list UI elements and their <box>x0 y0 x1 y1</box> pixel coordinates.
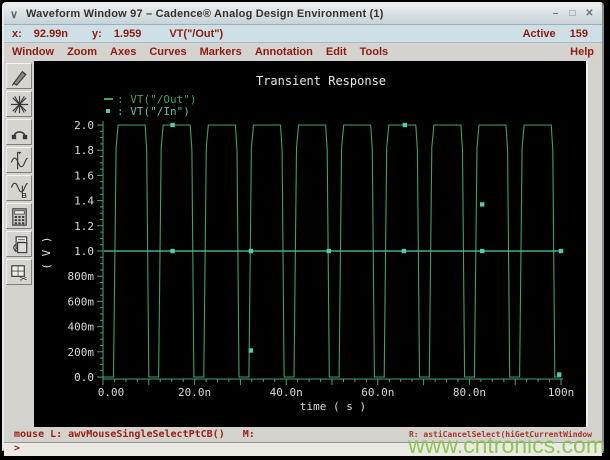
svg-text:Transient Response: Transient Response <box>256 74 386 88</box>
window-menu-chevron-icon[interactable]: ∨ <box>10 8 26 21</box>
cursor-y-label: y: <box>92 27 102 40</box>
pen-tool-icon <box>11 70 27 86</box>
tool-palette: B ✂ <box>4 61 34 427</box>
svg-text:1.0: 1.0 <box>74 245 94 258</box>
transient-response-chart[interactable]: Transient Response: VT("/Out"): VT("/In"… <box>34 61 592 427</box>
toolbar-button-star-burst[interactable] <box>6 91 32 117</box>
svg-text:1.2: 1.2 <box>74 220 94 233</box>
svg-text:0.00: 0.00 <box>98 386 125 399</box>
maximize-button[interactable]: □ <box>566 8 579 20</box>
svg-text:2.0: 2.0 <box>74 119 94 132</box>
cursor-y-value: 1.959 <box>113 27 142 40</box>
waveform-plot-area[interactable]: Transient Response: VT("/Out"): VT("/In"… <box>34 61 586 427</box>
title-bar: ∨ Waveform Window 97 – Cadence® Analog D… <box>4 4 602 25</box>
svg-text:: VT("/In"): : VT("/In") <box>117 105 190 118</box>
waveform-marker-b-icon: B <box>10 182 28 200</box>
menu-annotation[interactable]: Annotation <box>255 46 313 58</box>
cursor-x-value: 92.99n <box>33 27 69 40</box>
active-count: 159 <box>569 27 588 40</box>
cursor-x-label: x: <box>12 27 22 40</box>
menu-bar: Window Zoom Axes Curves Markers Annotation Edi… <box>4 43 602 61</box>
svg-text:1.8: 1.8 <box>74 144 94 157</box>
close-button[interactable]: ✕ <box>583 8 596 20</box>
menu-edit[interactable]: Edit <box>326 46 347 58</box>
toolbar-button-vert-marker-a[interactable] <box>6 147 32 173</box>
waveform-window: ∨ Waveform Window 97 – Cadence® Analog D… <box>2 2 604 456</box>
active-label: Active <box>522 27 556 40</box>
arc-probe-icon <box>11 130 27 139</box>
svg-text:time ( s ): time ( s ) <box>300 400 366 413</box>
menu-curves[interactable]: Curves <box>149 46 186 58</box>
menu-window[interactable]: Window <box>12 46 54 58</box>
cursor-readout-bar: x: 92.99n y: 1.959 VT("/Out") Active 159 <box>4 25 602 43</box>
svg-text:40.0n: 40.0n <box>270 386 303 399</box>
svg-text:80.0n: 80.0n <box>453 386 486 399</box>
svg-text:1.6: 1.6 <box>74 169 94 182</box>
status-mouse-left-binding: mouse L: awvMouseSingleSelectPtCB() <box>14 429 225 440</box>
status-mouse-middle-binding: M: <box>242 429 255 440</box>
svg-text:1.4: 1.4 <box>74 195 94 208</box>
main-area: B ✂ Transient Response: VT("/Out"): VT("/… <box>4 61 602 427</box>
menu-help[interactable]: Help <box>570 46 594 58</box>
cursor-trace-name: VT("/Out") <box>169 27 224 40</box>
menu-tools[interactable]: Tools <box>360 46 389 58</box>
star-burst-icon <box>10 95 28 113</box>
svg-text:800m: 800m <box>68 270 95 283</box>
snip-window-icon: ✂ <box>10 264 27 284</box>
menu-axes[interactable]: Axes <box>110 46 136 58</box>
svg-text:100n: 100n <box>548 386 575 399</box>
svg-text:B: B <box>21 191 27 200</box>
toolbar-button-calculator[interactable] <box>6 203 32 229</box>
svg-text:200m: 200m <box>68 346 95 359</box>
toolbar-button-snip-window[interactable]: ✂ <box>6 259 32 285</box>
toolbar-button-arc-probe[interactable] <box>6 119 32 145</box>
svg-text:( V ): ( V ) <box>40 236 53 269</box>
svg-text:400m: 400m <box>68 321 95 334</box>
svg-text:✂: ✂ <box>19 274 27 284</box>
svg-text:600m: 600m <box>68 295 95 308</box>
watermark-text: www.cntronics.com <box>408 432 605 458</box>
svg-text:0.0: 0.0 <box>74 371 94 384</box>
cli-prompt-symbol: > <box>14 443 21 454</box>
window-controls: – □ ✕ <box>549 8 596 20</box>
vert-marker-a-icon <box>10 151 28 169</box>
calculator-icon <box>11 207 27 226</box>
menu-markers[interactable]: Markers <box>200 46 242 58</box>
toolbar-button-copy-window[interactable] <box>6 231 32 257</box>
minimize-button[interactable]: – <box>549 8 562 20</box>
toolbar-button-pen-tool[interactable] <box>6 63 32 89</box>
svg-text:20.0n: 20.0n <box>178 386 211 399</box>
toolbar-button-waveform-marker-b[interactable]: B <box>6 175 32 201</box>
svg-text:60.0n: 60.0n <box>361 386 394 399</box>
copy-window-icon <box>12 235 27 253</box>
window-title: Waveform Window 97 – Cadence® Analog Des… <box>26 8 384 20</box>
menu-zoom[interactable]: Zoom <box>67 46 97 58</box>
